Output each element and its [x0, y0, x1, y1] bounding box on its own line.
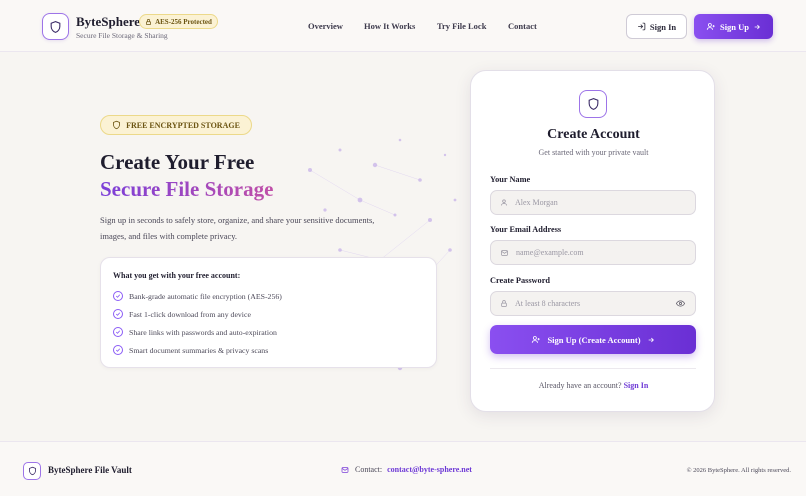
footer-brand: ByteSphere File Vault [48, 465, 132, 475]
login-icon [638, 22, 646, 31]
password-placeholder: At least 8 characters [515, 299, 581, 308]
site-footer: ByteSphere File Vault Contact: contact@b… [0, 441, 806, 496]
benefit-text: Smart document summaries & privacy scans [129, 345, 269, 355]
nav-contact[interactable]: Contact [508, 21, 537, 31]
footer-copyright: © 2026 ByteSphere. All rights reserved. [686, 467, 791, 474]
eye-icon[interactable] [675, 299, 686, 308]
email-placeholder: name@example.com [516, 248, 584, 257]
footer-logo [23, 462, 41, 480]
nav-overview[interactable]: Overview [308, 21, 343, 31]
signup-button[interactable]: Sign Up [694, 14, 773, 39]
name-label: Your Name [490, 175, 531, 184]
benefit-text: Fast 1-click download from any device [129, 309, 251, 319]
signin-prompt-text: Already have an account? [538, 381, 622, 390]
form-title: Create Account [547, 127, 640, 142]
benefit-text: Share links with passwords and auto-expi… [129, 327, 277, 337]
benefits-title: What you get with your free account: [113, 271, 241, 280]
card-logo [579, 90, 607, 118]
password-field[interactable]: At least 8 characters [490, 291, 696, 316]
name-field[interactable]: Alex Morgan [490, 190, 696, 215]
signup-button-label: Sign Up [719, 21, 750, 32]
site-header: ByteSphere Secure File Storage & Sharing… [0, 0, 806, 52]
name-placeholder: Alex Morgan [515, 198, 558, 207]
lock-icon [146, 18, 151, 25]
check-circle-icon [113, 291, 123, 301]
footer-contact: Contact: contact@byte-sphere.net [340, 465, 472, 474]
user-icon [500, 199, 508, 206]
brand-tagline: Secure File Storage & Sharing [76, 31, 168, 40]
shield-icon [50, 20, 61, 33]
shield-icon [588, 98, 598, 110]
email-label: Your Email Address [490, 225, 562, 234]
create-account-button[interactable]: Sign Up (Create Account) [490, 325, 696, 354]
check-circle-icon [113, 345, 123, 355]
check-circle-icon [113, 327, 123, 337]
arrow-right-icon [754, 24, 760, 29]
arrow-right-icon [648, 337, 654, 342]
nav-try-file-lock[interactable]: Try File Lock [437, 21, 486, 31]
hero-description: Sign up in seconds to safely store, orga… [100, 215, 375, 241]
free-storage-badge-label: FREE ENCRYPTED STORAGE [126, 120, 240, 130]
password-label: Create Password [490, 276, 550, 285]
free-storage-badge: FREE ENCRYPTED STORAGE [100, 115, 252, 135]
signin-button-label: Sign In [649, 21, 677, 32]
signin-link[interactable]: Sign In [624, 381, 649, 390]
user-plus-icon [532, 336, 541, 343]
footer-contact-email[interactable]: contact@byte-sphere.net [387, 465, 472, 474]
signin-prompt: Already have an account? Sign In [471, 381, 716, 390]
brand-name[interactable]: ByteSphere [76, 14, 140, 30]
signin-button[interactable]: Sign In [626, 14, 687, 39]
email-field[interactable]: name@example.com [490, 240, 696, 265]
benefit-item: Bank-grade automatic file encryption (AE… [113, 291, 282, 301]
aes-badge-label: AES-256 Protected [155, 17, 212, 26]
mail-icon [341, 466, 349, 473]
hero-title-line2: Secure File Storage [100, 177, 274, 201]
mail-icon [501, 249, 508, 256]
hero-title-line1: Create Your Free [100, 150, 255, 174]
benefit-text: Bank-grade automatic file encryption (AE… [129, 291, 282, 301]
benefit-item: Share links with passwords and auto-expi… [113, 327, 277, 337]
footer-contact-label: Contact: [355, 465, 383, 474]
benefit-item: Smart document summaries & privacy scans [113, 345, 268, 355]
user-plus-icon [706, 23, 715, 30]
shield-icon [113, 120, 121, 130]
create-account-button-label: Sign Up (Create Account) [547, 334, 641, 345]
shield-icon [28, 466, 36, 476]
benefit-item: Fast 1-click download from any device [113, 309, 251, 319]
lock-icon [501, 300, 507, 307]
benefits-card: What you get with your free account: Ban… [100, 257, 437, 368]
form-subtitle: Get started with your private vault [538, 148, 649, 157]
check-circle-icon [113, 309, 123, 319]
nav-how-it-works[interactable]: How It Works [364, 21, 415, 31]
aes-badge: AES-256 Protected [139, 14, 218, 29]
signup-card: Create Account Get started with your pri… [470, 70, 715, 412]
card-divider [490, 368, 696, 369]
brand-logo[interactable] [42, 13, 69, 40]
